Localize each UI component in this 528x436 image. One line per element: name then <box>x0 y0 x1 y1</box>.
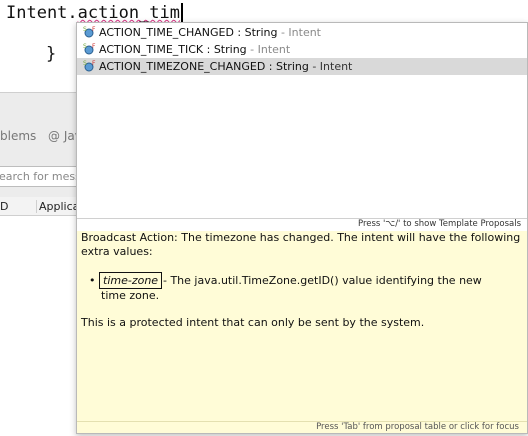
doc-status: Press 'Tab' from proposal table or click… <box>77 421 527 434</box>
proposal-owner: - Intent <box>312 60 353 73</box>
proposal-item-selected[interactable]: S F ACTION_TIMEZONE_CHANGED : String - I… <box>77 58 527 75</box>
proposal-name: ACTION_TIMEZONE_CHANGED <box>99 60 266 73</box>
static-final-field-icon: S F <box>83 26 96 38</box>
doc-summary: Broadcast Action: The timezone has chang… <box>81 231 521 258</box>
proposal-type: : String <box>268 60 309 73</box>
closing-brace: } <box>46 44 57 64</box>
code-prefix: Intent. <box>6 3 78 23</box>
proposal-type: : String <box>206 43 247 56</box>
proposal-type: : String <box>237 26 278 39</box>
bullet-icon: • <box>89 274 96 287</box>
template-proposals-hint[interactable]: Press '⌥/' to show Template Proposals <box>358 219 521 229</box>
proposal-item[interactable]: S F ACTION_TIME_TICK : String - Intent <box>77 41 527 58</box>
doc-note: This is a protected intent that can only… <box>81 316 425 329</box>
proposal-owner: - Intent <box>250 43 291 56</box>
doc-param-name: time-zone <box>99 272 163 289</box>
proposal-name: ACTION_TIME_TICK <box>99 43 204 56</box>
proposal-item[interactable]: S F ACTION_TIME_CHANGED : String - Inten… <box>77 24 527 41</box>
svg-text:F: F <box>92 60 96 67</box>
code-line[interactable]: Intent.action_tim <box>6 3 184 23</box>
proposal-name: ACTION_TIME_CHANGED <box>99 26 234 39</box>
svg-text:F: F <box>92 43 96 50</box>
static-final-field-icon: S F <box>83 43 96 55</box>
focus-hint: Press 'Tab' from proposal table or click… <box>316 422 519 432</box>
proposal-list[interactable]: S F ACTION_TIME_CHANGED : String - Inten… <box>77 23 527 218</box>
column-header-id[interactable]: D <box>0 200 8 213</box>
content-assist-popup: S F ACTION_TIME_CHANGED : String - Inten… <box>76 22 528 434</box>
column-header-application[interactable]: Applica <box>36 200 79 213</box>
proposal-list-status: Press '⌥/' to show Template Proposals <box>77 218 527 231</box>
static-final-field-icon: S F <box>83 60 96 72</box>
tab-problems[interactable]: blems <box>0 129 36 143</box>
svg-text:S: S <box>83 26 87 33</box>
svg-text:S: S <box>83 43 87 50</box>
typed-text: action_tim <box>77 3 181 23</box>
documentation-pane[interactable]: Broadcast Action: The timezone has chang… <box>77 231 527 433</box>
svg-text:F: F <box>92 26 96 33</box>
text-caret <box>181 3 184 22</box>
svg-text:S: S <box>83 60 87 67</box>
proposal-owner: - Intent <box>280 26 321 39</box>
